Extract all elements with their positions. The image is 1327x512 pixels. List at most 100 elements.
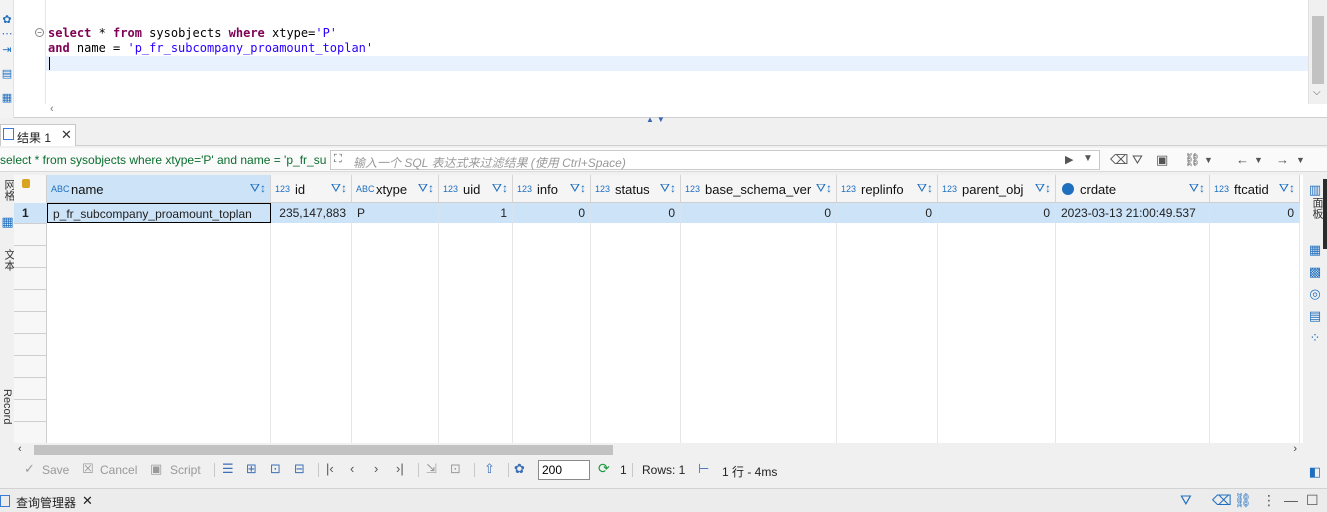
close-icon[interactable]: ✕	[61, 127, 72, 143]
layout-icon[interactable]: ▤	[1308, 309, 1322, 323]
eraser-icon[interactable]: ⌫	[1212, 492, 1232, 509]
fetch-size-input[interactable]	[538, 460, 590, 480]
column-header-crdate[interactable]: crdate ⛛↕	[1056, 175, 1210, 203]
close-icon[interactable]: ✕	[82, 493, 93, 509]
fold-toggle-icon[interactable]: −	[35, 28, 44, 37]
scroll-thumb[interactable]	[34, 445, 613, 455]
save-button[interactable]: Save	[42, 463, 69, 477]
maximize-icon[interactable]: ☐	[1306, 492, 1319, 509]
save-icon[interactable]: ✓	[24, 461, 35, 477]
pin-icon[interactable]: ⊢	[698, 461, 709, 477]
sort-filter-icon[interactable]: ⛛↕	[660, 181, 676, 196]
column-header-base-schema-ver[interactable]: 123 base_schema_ver ⛛↕	[681, 175, 837, 203]
export-icon[interactable]: ⇥	[1, 44, 13, 56]
fetch-next-icon[interactable]: ⇲	[426, 461, 437, 477]
sort-filter-icon[interactable]: ⛛↕	[250, 181, 266, 196]
table-cell[interactable]: p_fr_subcompany_proamount_toplan	[47, 203, 271, 223]
copy-row-icon[interactable]: ⊡	[270, 461, 281, 477]
chevron-down-icon[interactable]: ▼	[1254, 155, 1263, 165]
sort-filter-icon[interactable]: ⛛↕	[1035, 181, 1051, 196]
pivot-icon[interactable]: ▩	[1308, 265, 1322, 279]
cancel-icon[interactable]: ☒	[82, 461, 94, 477]
table-cell[interactable]: 1	[439, 203, 513, 223]
sort-filter-icon[interactable]: ⛛↕	[570, 181, 586, 196]
scroll-right-icon[interactable]: ›	[1293, 443, 1297, 455]
scroll-down-icon[interactable]: ⌵	[1313, 87, 1321, 98]
explain-icon[interactable]: ▦	[1, 92, 13, 104]
minimize-icon[interactable]: —	[1284, 492, 1298, 508]
prev-page-icon[interactable]: ‹	[350, 461, 354, 476]
apply-filter-icon[interactable]: ▶	[1065, 153, 1073, 166]
scroll-left-icon[interactable]: ‹	[18, 443, 22, 455]
table-cell[interactable]: 0	[681, 203, 837, 223]
sort-filter-icon[interactable]: ⛛↕	[1189, 181, 1205, 196]
link-icon[interactable]: ⛓	[1184, 152, 1201, 168]
column-header-name[interactable]: ABC name ⛛↕	[47, 175, 271, 203]
scroll-left-icon[interactable]: ‹	[50, 103, 54, 115]
script-icon[interactable]: ▣	[150, 461, 162, 477]
delete-row-icon[interactable]: ⊟	[294, 461, 305, 477]
table-cell[interactable]: 0	[513, 203, 591, 223]
column-header-info[interactable]: 123 info ⛛↕	[513, 175, 591, 203]
table-cell[interactable]: 2023-03-13 21:00:49.537	[1056, 203, 1210, 223]
export-icon[interactable]: ⇧	[484, 461, 495, 477]
scroll-thumb[interactable]	[1312, 16, 1324, 84]
add-row-icon[interactable]: ⊞	[246, 461, 257, 477]
row-number[interactable]: 1	[14, 203, 47, 223]
filter-input[interactable]: ⛶ 输入一个 SQL 表达式来过滤结果 (使用 Ctrl+Space) ▶ ▼	[330, 150, 1100, 170]
sql-editor[interactable]: ✿ ⋯ ⇥ ▤ ▦ − select * from sysobjects whe…	[0, 0, 1327, 124]
column-header-xtype[interactable]: ABC xtype ⛛↕	[352, 175, 439, 203]
sort-filter-icon[interactable]: ⛛↕	[331, 181, 347, 196]
first-page-icon[interactable]: |‹	[326, 461, 334, 476]
fetch-all-icon[interactable]: ⊡	[450, 461, 461, 477]
editor-horizontal-scrollbar[interactable]: ‹	[46, 103, 1308, 117]
sort-filter-icon[interactable]: ⛛↕	[418, 181, 434, 196]
group-icon[interactable]: ⁘	[1308, 331, 1322, 345]
table-cell[interactable]: 0	[938, 203, 1056, 223]
grid-horizontal-scrollbar[interactable]: ‹ ›	[14, 443, 1303, 457]
gear-icon[interactable]: ✿	[1, 14, 13, 26]
results-grid[interactable]: 1 ABC name ⛛↕ p_fr_subcompany_proamount_top…	[14, 175, 1303, 443]
chart-icon[interactable]: ▦	[1308, 243, 1322, 257]
sort-filter-icon[interactable]: ⛛↕	[492, 181, 508, 196]
script-button[interactable]: Script	[170, 463, 201, 477]
table-cell[interactable]: 0	[591, 203, 681, 223]
query-manager-tab[interactable]: 查询管理器	[16, 494, 76, 511]
save-file-icon[interactable]: ▤	[1, 68, 13, 80]
edit-row-icon[interactable]: ☰	[222, 461, 234, 477]
column-header-parent-obj[interactable]: 123 parent_obj ⛛↕	[938, 175, 1056, 203]
editor-vertical-scrollbar[interactable]: ⌵	[1308, 0, 1327, 104]
next-page-icon[interactable]: ›	[374, 461, 378, 476]
more-icon[interactable]: ⋯	[1, 28, 13, 40]
record-view-tab[interactable]: Record	[1, 389, 13, 424]
forward-icon[interactable]: →	[1276, 152, 1289, 167]
link-icon[interactable]: ⛓	[1234, 492, 1252, 509]
table-cell[interactable]: P	[352, 203, 439, 223]
column-header-uid[interactable]: 123 uid ⛛↕	[439, 175, 513, 203]
sql-code[interactable]: select * from sysobjects where xtype='P'…	[48, 26, 373, 56]
column-header-status[interactable]: 123 status ⛛↕	[591, 175, 681, 203]
sort-filter-icon[interactable]: ⛛↕	[1279, 181, 1295, 196]
table-cell[interactable]: 235,147,883	[271, 203, 352, 223]
refresh-icon[interactable]: ⟳	[598, 460, 610, 477]
last-page-icon[interactable]: ›|	[396, 461, 404, 476]
sort-filter-icon[interactable]: ⛛↕	[816, 181, 832, 196]
column-header-ftcatid[interactable]: 123 ftcatid ⛛↕	[1210, 175, 1300, 203]
cancel-button[interactable]: Cancel	[100, 463, 137, 477]
more-icon[interactable]: ⋮	[1262, 492, 1276, 509]
eraser-icon[interactable]: ⌫	[1110, 152, 1128, 168]
tab-results-1[interactable]: 结果 1 ✕	[0, 124, 76, 146]
filter-icon[interactable]: ⛛	[1132, 152, 1143, 168]
panels-icon[interactable]: ▥	[1308, 183, 1322, 197]
expand-icon[interactable]: ⛶	[334, 153, 342, 166]
back-icon[interactable]: ←	[1236, 152, 1249, 167]
table-cell[interactable]: 0	[1210, 203, 1300, 223]
save-filter-icon[interactable]: ▣	[1156, 152, 1168, 168]
palette-icon[interactable]: ◎	[1308, 287, 1322, 301]
column-header-replinfo[interactable]: 123 replinfo ⛛↕	[837, 175, 938, 203]
chevron-down-icon[interactable]: ▼	[1296, 155, 1305, 165]
sort-filter-icon[interactable]: ⛛↕	[917, 181, 933, 196]
column-header-id[interactable]: 123 id ⛛↕	[271, 175, 352, 203]
split-icon[interactable]: ◧	[1308, 465, 1322, 479]
chevron-down-icon[interactable]: ▼	[1204, 155, 1213, 165]
